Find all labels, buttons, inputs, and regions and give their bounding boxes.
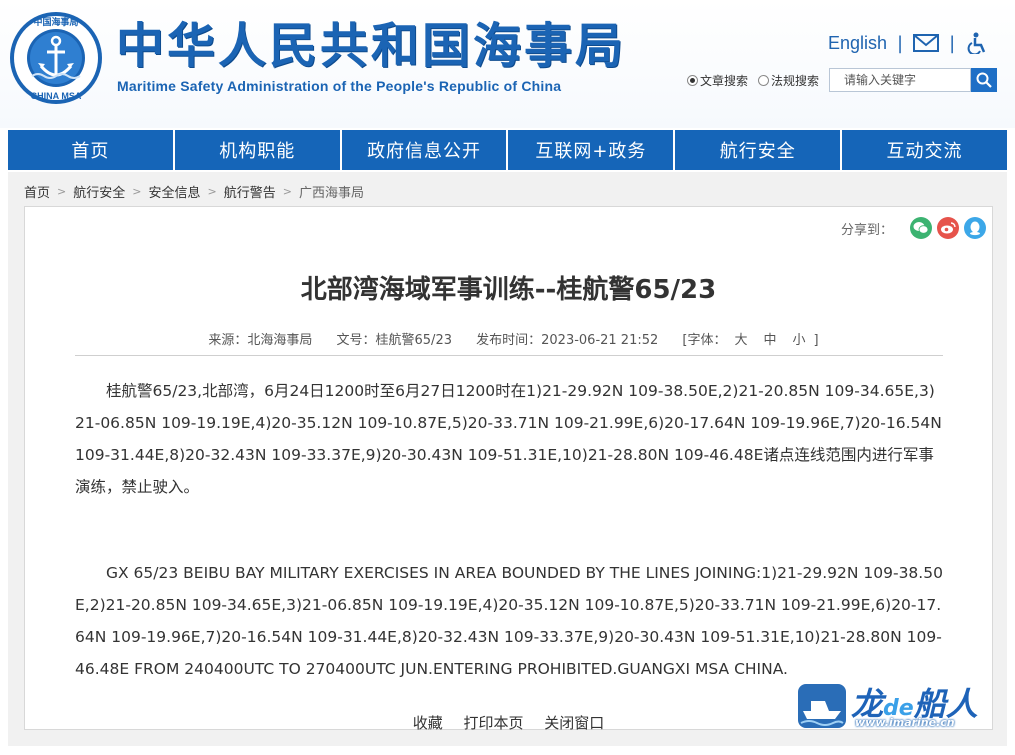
article-meta: 来源：北海海事局 文号：桂航警65/23 发布时间：2023-06-21 21:… [25, 329, 992, 348]
logo-top-text: 中国海事局 [33, 16, 78, 28]
radio-law-label: 法规搜索 [771, 73, 820, 88]
radio-button-checked[interactable] [687, 74, 698, 86]
separator: | [897, 32, 904, 54]
site-title[interactable]: 中华人民共和国海事局 [116, 18, 626, 74]
article-source: 来源：北海海事局 [208, 333, 313, 348]
nav-navigation-safety[interactable]: 航行安全 [675, 130, 843, 170]
article-body-english: GX 65/23 BEIBU BAY MILITARY EXERCISES IN… [75, 564, 943, 678]
share-bar: 分享到： [841, 217, 986, 239]
mail-icon[interactable] [913, 32, 940, 54]
breadcrumb-guangxi-msa[interactable]: 广西海事局 [299, 182, 364, 201]
radio-article-label: 文章搜索 [700, 73, 749, 88]
font-size-label: [字体： [682, 333, 727, 348]
nav-internet-gov[interactable]: 互联网+政务 [508, 130, 676, 170]
nav-home[interactable]: 首页 [8, 130, 175, 170]
breadcrumb-navigation-safety[interactable]: 航行安全 [73, 182, 125, 201]
watermark-logo: 龙de船人 www.imarine.cn [797, 680, 992, 732]
article-publish-time: 发布时间：2023-06-21 21:52 [476, 333, 659, 348]
font-size-small[interactable]: 小 [793, 333, 806, 348]
nav-interaction[interactable]: 互动交流 [842, 130, 1007, 170]
article-title: 北部湾海域军事训练--桂航警65/23 [300, 275, 717, 305]
radio-button[interactable] [758, 74, 770, 86]
nav-functions[interactable]: 机构职能 [174, 130, 342, 170]
search-button[interactable] [971, 68, 998, 92]
accessibility-icon[interactable] [965, 32, 991, 54]
article-body-chinese: 桂航警65/23,北部湾，6月24日1200时至6月27日1200时在1)21-… [75, 382, 942, 496]
divider [75, 355, 943, 356]
wechat-icon [913, 222, 929, 234]
msa-logo-emblem[interactable]: 中国海事局 CHINA MSA [8, 10, 104, 106]
site-subtitle: Maritime Safety Administration of the Pe… [117, 78, 562, 94]
english-link[interactable]: English [828, 33, 887, 54]
radio-law-search[interactable]: 法规搜索 [758, 72, 819, 89]
font-size-close: ] [813, 333, 819, 348]
logo-bottom-text: CHINA MSA [31, 91, 82, 101]
watermark-url: www.imarine.cn [855, 716, 955, 729]
content-area: 首页 > 航行安全 > 安全信息 > 航行警告 > 广西海事局 分享到： 北部湾… [8, 172, 1007, 746]
article-card: 分享到： 北部湾海域军事训练--桂航警65/23 来源：北海海事局 文号：桂航警… [24, 206, 993, 732]
search-icon [976, 72, 992, 88]
top-links: English | | [828, 30, 991, 56]
qq-icon [970, 221, 980, 236]
main-nav: 首页 机构职能 政府信息公开 互联网+政务 航行安全 互动交流 [8, 130, 1007, 170]
close-window-link[interactable]: 关闭窗口 [544, 714, 604, 732]
weibo-icon [941, 222, 956, 234]
radio-article-search[interactable]: 文章搜索 [687, 72, 748, 89]
separator: | [949, 32, 956, 54]
breadcrumb: 首页 > 航行安全 > 安全信息 > 航行警告 > 广西海事局 [24, 182, 364, 201]
share-label: 分享到： [840, 222, 893, 238]
ship-watermark-icon [798, 684, 846, 728]
qq-share-button[interactable] [964, 217, 986, 239]
search-bar: 文章搜索 法规搜索 [687, 67, 998, 93]
site-header: 中国海事局 CHINA MSA 中华人民共和国海事局 Maritime Safe… [0, 0, 1015, 128]
font-size-medium[interactable]: 中 [764, 333, 777, 348]
search-input[interactable] [829, 68, 972, 92]
breadcrumb-safety-info[interactable]: 安全信息 [148, 182, 200, 201]
article-doc-number: 文号：桂航警65/23 [336, 333, 452, 348]
breadcrumb-home[interactable]: 首页 [24, 182, 50, 201]
wechat-share-button[interactable] [910, 217, 932, 239]
print-link[interactable]: 打印本页 [463, 714, 523, 732]
font-size-control: [字体： 大 中 小] [682, 333, 818, 348]
weibo-share-button[interactable] [937, 217, 959, 239]
breadcrumb-navigation-warning[interactable]: 航行警告 [224, 182, 276, 201]
breadcrumb-separator: > [207, 185, 217, 198]
font-size-large[interactable]: 大 [735, 333, 748, 348]
nav-gov-info[interactable]: 政府信息公开 [341, 130, 509, 170]
breadcrumb-separator: > [132, 185, 142, 198]
breadcrumb-separator: > [282, 185, 292, 198]
favorite-link[interactable]: 收藏 [413, 714, 443, 732]
breadcrumb-separator: > [57, 185, 67, 198]
